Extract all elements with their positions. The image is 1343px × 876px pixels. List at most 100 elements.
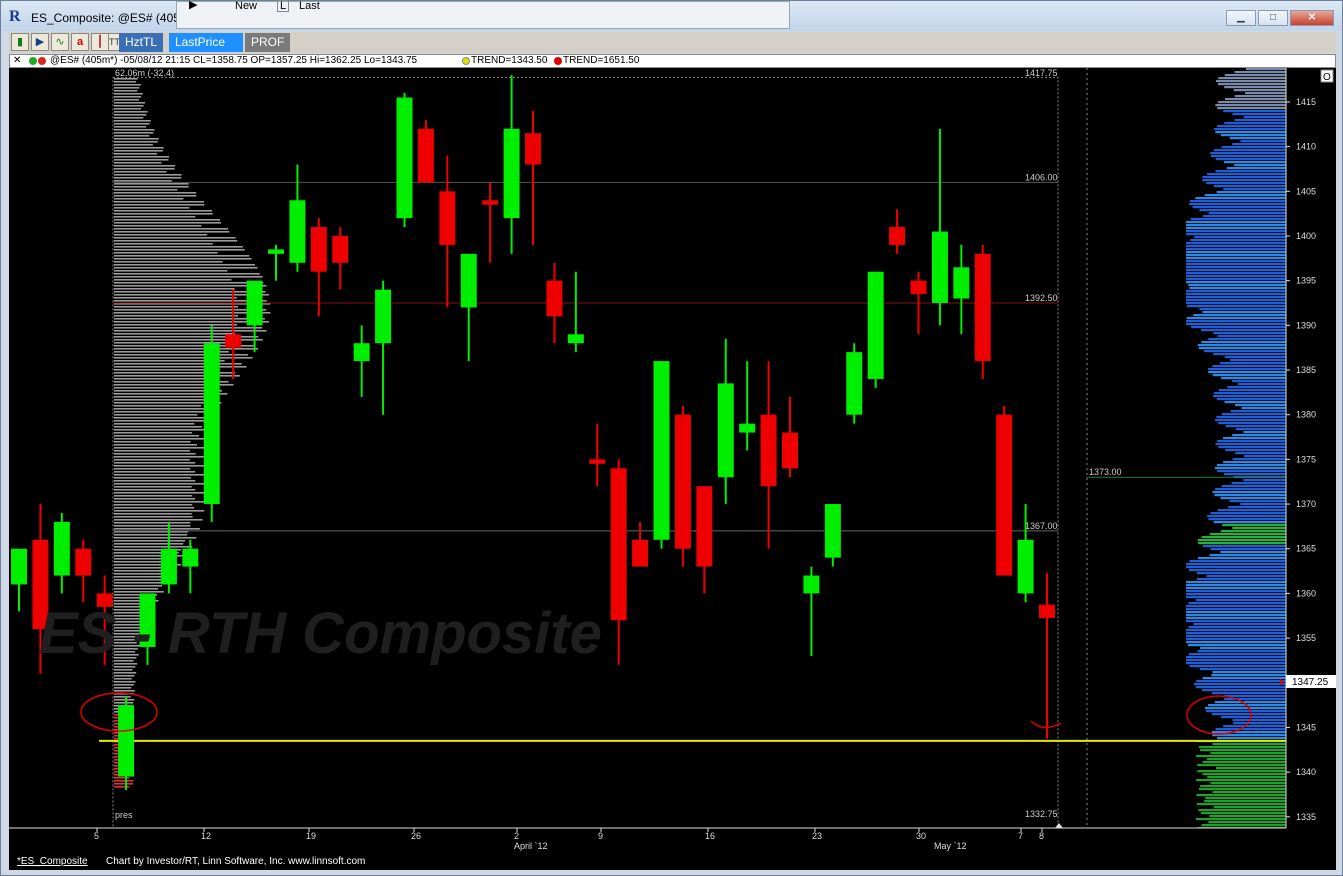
profile-bar — [1186, 614, 1286, 617]
xaxis-tick-label: 7 — [1018, 831, 1023, 841]
candle-body — [353, 343, 370, 362]
profile-bar — [1201, 536, 1286, 539]
trend2-dot-icon — [554, 57, 562, 65]
volume-profile-left — [114, 78, 271, 788]
new-button[interactable]: New — [235, 0, 257, 12]
axis-tick-label: 1335 — [1296, 812, 1316, 822]
last-price-label: 1347.25 — [1292, 677, 1329, 688]
annotation-icon[interactable]: a — [71, 33, 89, 51]
profile-bar — [1234, 71, 1286, 74]
info-bar: ✕ @ES# (405m*) -05/08/12 21:15 CL=1358.7… — [9, 54, 1336, 68]
profile-bar — [114, 123, 150, 125]
profile-bar — [114, 258, 252, 260]
profile-bar — [114, 669, 133, 671]
profile-bar — [1215, 158, 1286, 161]
profile-bar — [1200, 749, 1286, 752]
level-label: 1392.50 — [1025, 293, 1058, 303]
candle-body — [53, 521, 70, 576]
profile-bar — [114, 447, 205, 449]
chart-canvas[interactable]: 1406.00 1392.50 1367.00 1373.00 1415 1410 140… — [9, 68, 1336, 857]
profile-bar — [114, 405, 202, 407]
price-chart[interactable]: 1406.00 1392.50 1367.00 1373.00 1415 1410 140… — [9, 68, 1336, 857]
maximize-button[interactable]: □ — [1258, 10, 1288, 26]
profile-bar — [1232, 113, 1286, 116]
profile-bar — [114, 174, 182, 176]
profile-bar — [114, 180, 172, 182]
profile-bar — [114, 252, 218, 254]
xaxis-tick-label: 23 — [812, 831, 822, 841]
profile-bar — [114, 528, 200, 530]
profile-bar — [114, 213, 213, 215]
profile-bar — [1208, 371, 1286, 374]
line-chart-icon[interactable]: ∿ — [51, 33, 69, 51]
profile-bar — [114, 546, 192, 548]
profile-bar — [1235, 428, 1286, 431]
play-forward-icon[interactable]: ▶ — [31, 33, 49, 51]
profile-bar — [1186, 224, 1286, 227]
profile-bar — [114, 156, 169, 158]
profile-bar — [1220, 497, 1286, 500]
profile-bar — [1217, 335, 1286, 338]
volume-profile-right — [1186, 68, 1286, 830]
profile-bar — [114, 678, 132, 680]
profile-bar — [1212, 692, 1286, 695]
minimize-button[interactable]: ▁ — [1226, 10, 1256, 26]
profile-bar — [114, 168, 175, 170]
profile-bar — [1186, 581, 1286, 584]
profile-bar — [1216, 191, 1286, 194]
tab-lastprice[interactable]: LastPrice — [169, 33, 243, 52]
title-bar[interactable]: R ES_Composite: @ES# (405m ▶ New L Last … — [1, 0, 1342, 31]
profile-bar — [114, 525, 191, 527]
profile-bar — [114, 453, 196, 455]
close-info-icon[interactable]: ✕ — [13, 55, 21, 67]
profile-bar — [114, 225, 202, 227]
sub-window-strip: ▶ New L Last — [176, 0, 790, 29]
candle-body — [567, 334, 584, 344]
red-dot-icon — [38, 57, 46, 65]
tab-prof[interactable]: PROF — [245, 33, 291, 52]
profile-bar — [114, 189, 178, 191]
profile-bar — [114, 120, 151, 122]
chart-tab[interactable]: *ES_Composite — [17, 854, 88, 870]
profile-bar — [114, 135, 150, 137]
profile-bar — [114, 114, 147, 116]
candle-body — [246, 280, 263, 326]
last-button[interactable]: Last — [299, 0, 320, 12]
profile-bar — [1198, 542, 1286, 545]
profile-bar — [114, 504, 193, 506]
profile-bar — [114, 696, 131, 698]
profile-bar — [114, 492, 205, 494]
profile-bar — [1186, 260, 1286, 263]
profile-bar — [114, 522, 191, 524]
profile-bar — [114, 456, 204, 458]
profile-bar — [114, 249, 245, 251]
profile-bar — [1196, 803, 1286, 806]
profile-bar — [1201, 329, 1286, 332]
profile-bar — [114, 444, 197, 446]
application-window: R ES_Composite: @ES# (405m ▶ New L Last … — [0, 0, 1343, 876]
profile-bar — [1218, 389, 1286, 392]
play-icon[interactable]: ▶ — [189, 0, 197, 11]
axis-tick-label: 1360 — [1296, 588, 1316, 598]
profile-bar — [1204, 350, 1286, 353]
profile-bar — [114, 441, 191, 443]
profile-bar — [114, 375, 240, 377]
profile-bar — [114, 228, 228, 230]
close-button[interactable]: ✕ — [1290, 10, 1334, 26]
profile-bar — [114, 117, 144, 119]
profile-bar — [1210, 512, 1286, 515]
profile-bar — [114, 477, 191, 479]
profile-bar — [114, 435, 199, 437]
profile-bar — [114, 318, 265, 320]
profile-bar — [114, 327, 263, 329]
profile-bar — [1243, 431, 1286, 434]
profile-bar — [1196, 572, 1286, 575]
trash-icon[interactable]: ▮ — [11, 33, 29, 51]
bars-icon[interactable]: ┃ — [91, 33, 109, 51]
profile-bar — [114, 330, 267, 332]
candle-body — [439, 191, 456, 245]
profile-bar — [1203, 215, 1286, 218]
tab-hztl[interactable]: HztTL — [119, 33, 164, 52]
profile-bar — [114, 333, 236, 335]
profile-bar — [1229, 137, 1286, 140]
